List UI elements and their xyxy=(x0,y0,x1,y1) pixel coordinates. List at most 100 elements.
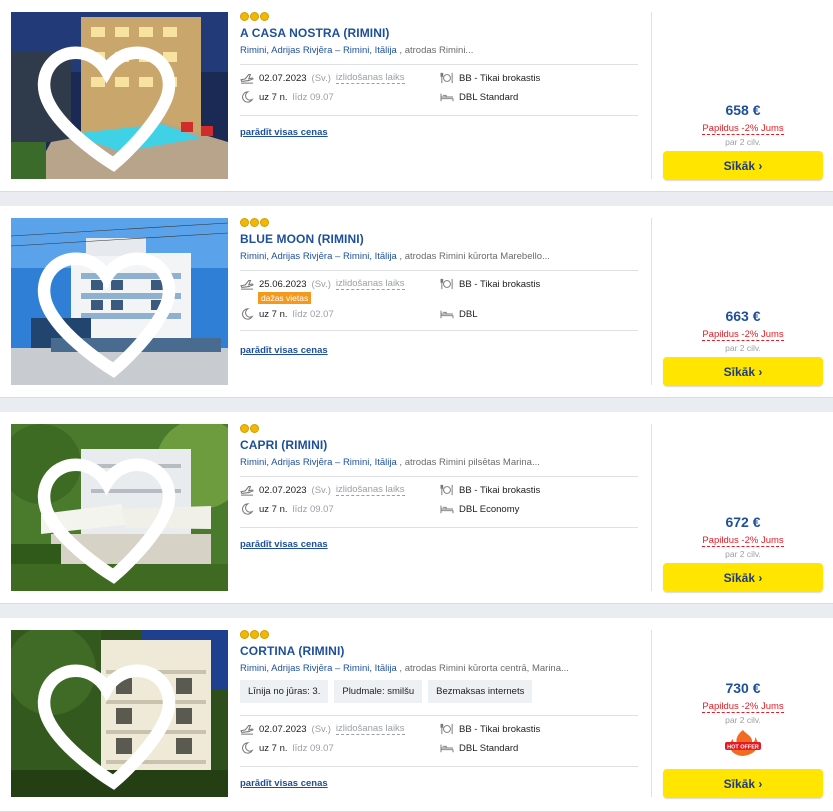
departure-time-link[interactable]: izlidošanas laiks xyxy=(335,278,405,290)
details-button[interactable]: Sīkāk › xyxy=(663,563,823,592)
price-box: 672 € Papildus -2% Jums par 2 cilv. xyxy=(663,514,823,559)
star-icon xyxy=(240,630,249,639)
hotel-location: Rimini, Adrijas Rivjēra – Rimini, Itālij… xyxy=(240,251,638,262)
location-description: , atrodas Rimini... xyxy=(396,45,474,56)
return-date: līdz 09.07 xyxy=(292,91,334,103)
hotel-location: Rimini, Adrijas Rivjēra – Rimini, Itālij… xyxy=(240,457,638,468)
departure-day: (Sv.) xyxy=(311,72,331,84)
extra-discount[interactable]: Papildus -2% Jums xyxy=(702,701,784,713)
price: 730 € xyxy=(725,680,761,696)
nights-count: uz 7 n. xyxy=(259,503,288,515)
price: 672 € xyxy=(725,514,761,530)
extra-discount[interactable]: Papildus -2% Jums xyxy=(702,329,784,341)
hot-offer-badge-icon: HOT OFFER xyxy=(725,730,761,756)
plane-icon xyxy=(240,280,254,290)
meal-icon xyxy=(440,278,453,290)
hotel-location: Rimini, Adrijas Rivjēra – Rimini, Itālij… xyxy=(240,663,638,674)
price-per-people: par 2 cilv. xyxy=(725,343,761,353)
hotel-card: BLUE MOON (RIMINI) Rimini, Adrijas Rivjē… xyxy=(0,206,833,398)
board-type: BB - Tikai brokastis xyxy=(459,72,541,84)
star-rating xyxy=(240,630,638,640)
price-per-people: par 2 cilv. xyxy=(725,715,761,725)
price-per-people: par 2 cilv. xyxy=(725,137,761,147)
hotel-results-list: A CASA NOSTRA (RIMINI) Rimini, Adrijas R… xyxy=(0,0,833,812)
location-link[interactable]: Rimini, Adrijas Rivjēra – Rimini, Itālij… xyxy=(240,45,397,56)
departure-time-link[interactable]: izlidošanas laiks xyxy=(335,723,405,735)
moon-icon xyxy=(242,742,254,754)
location-link[interactable]: Rimini, Adrijas Rivjēra – Rimini, Itālij… xyxy=(240,457,397,468)
nights-count: uz 7 n. xyxy=(259,742,288,754)
details-button[interactable]: Sīkāk › xyxy=(663,151,823,180)
departure-date: 02.07.2023 xyxy=(259,72,307,84)
price-box: 730 € Papildus -2% Jums par 2 cilv. HOT … xyxy=(663,680,823,762)
nights-count: uz 7 n. xyxy=(259,91,288,103)
location-description: , atrodas Rimini pilsētas Marina... xyxy=(396,457,540,468)
heart-icon[interactable] xyxy=(11,18,222,179)
hotel-info: CAPRI (RIMINI) Rimini, Adrijas Rivjēra –… xyxy=(240,424,638,552)
feature-tag: Pludmale: smilšu xyxy=(334,680,423,703)
hotel-card: CORTINA (RIMINI) Rimini, Adrijas Rivjēra… xyxy=(0,618,833,812)
trip-details: 25.06.2023 (Sv.) izlidošanas laiks dažas… xyxy=(240,271,638,321)
location-link[interactable]: Rimini, Adrijas Rivjēra – Rimini, Itālij… xyxy=(240,663,397,674)
star-icon xyxy=(250,424,259,433)
board-type: BB - Tikai brokastis xyxy=(459,278,541,290)
show-all-prices-link[interactable]: parādīt visas cenas xyxy=(240,345,328,356)
departure-time-link[interactable]: izlidošanas laiks xyxy=(335,72,405,84)
plane-icon xyxy=(240,725,254,735)
return-date: līdz 09.07 xyxy=(292,503,334,515)
return-date: līdz 02.07 xyxy=(292,308,334,320)
room-type: DBL Standard xyxy=(459,91,519,103)
extra-discount[interactable]: Papildus -2% Jums xyxy=(702,535,784,547)
departure-time-link[interactable]: izlidošanas laiks xyxy=(335,484,405,496)
star-rating xyxy=(240,218,638,228)
hotel-photo[interactable] xyxy=(11,424,228,591)
star-rating xyxy=(240,424,638,434)
show-all-prices-link[interactable]: parādīt visas cenas xyxy=(240,127,328,138)
star-icon xyxy=(240,218,249,227)
departure-date: 02.07.2023 xyxy=(259,484,307,496)
extra-discount[interactable]: Papildus -2% Jums xyxy=(702,123,784,135)
location-description: , atrodas Rimini kūrorta centrā, Marina.… xyxy=(396,663,569,674)
heart-icon[interactable] xyxy=(11,224,222,385)
hotel-title[interactable]: CAPRI (RIMINI) xyxy=(240,438,638,452)
hotel-title[interactable]: A CASA NOSTRA (RIMINI) xyxy=(240,26,638,40)
star-icon xyxy=(240,424,249,433)
feature-tag: Bezmaksas internets xyxy=(428,680,533,703)
feature-tag: Līnija no jūras: 3. xyxy=(240,680,329,703)
plane-icon xyxy=(240,486,254,496)
departure-date: 02.07.2023 xyxy=(259,723,307,735)
heart-icon[interactable] xyxy=(11,636,222,797)
hotel-title[interactable]: CORTINA (RIMINI) xyxy=(240,644,638,658)
meal-icon xyxy=(440,484,453,496)
price: 663 € xyxy=(725,308,761,324)
location-link[interactable]: Rimini, Adrijas Rivjēra – Rimini, Itālij… xyxy=(240,251,397,262)
board-type: BB - Tikai brokastis xyxy=(459,723,541,735)
trip-details: 02.07.2023 (Sv.) izlidošanas laiks uz 7 … xyxy=(240,477,638,521)
few-seats-badge: dažas vietas xyxy=(258,292,312,304)
return-date: līdz 09.07 xyxy=(292,742,334,754)
hotel-title[interactable]: BLUE MOON (RIMINI) xyxy=(240,232,638,246)
star-icon xyxy=(240,12,249,21)
trip-details: 02.07.2023 (Sv.) izlidošanas laiks uz 7 … xyxy=(240,716,638,760)
price-box: 663 € Papildus -2% Jums par 2 cilv. xyxy=(663,308,823,353)
show-all-prices-link[interactable]: parādīt visas cenas xyxy=(240,778,328,789)
heart-icon[interactable] xyxy=(11,430,222,591)
star-icon xyxy=(260,630,269,639)
show-all-prices-link[interactable]: parādīt visas cenas xyxy=(240,539,328,550)
hotel-photo[interactable] xyxy=(11,630,228,797)
bed-icon xyxy=(440,93,454,102)
hotel-photo[interactable] xyxy=(11,218,228,385)
room-type: DBL Standard xyxy=(459,742,519,754)
hotel-info: A CASA NOSTRA (RIMINI) Rimini, Adrijas R… xyxy=(240,12,638,140)
departure-date: 25.06.2023 xyxy=(259,278,307,290)
nights-count: uz 7 n. xyxy=(259,308,288,320)
details-button[interactable]: Sīkāk › xyxy=(663,357,823,386)
star-icon xyxy=(260,12,269,21)
meal-icon xyxy=(440,72,453,84)
details-button[interactable]: Sīkāk › xyxy=(663,769,823,798)
hotel-card: A CASA NOSTRA (RIMINI) Rimini, Adrijas R… xyxy=(0,0,833,192)
moon-icon xyxy=(242,308,254,320)
hotel-info: CORTINA (RIMINI) Rimini, Adrijas Rivjēra… xyxy=(240,630,638,791)
room-type: DBL Economy xyxy=(459,503,520,515)
hotel-photo[interactable] xyxy=(11,12,228,179)
